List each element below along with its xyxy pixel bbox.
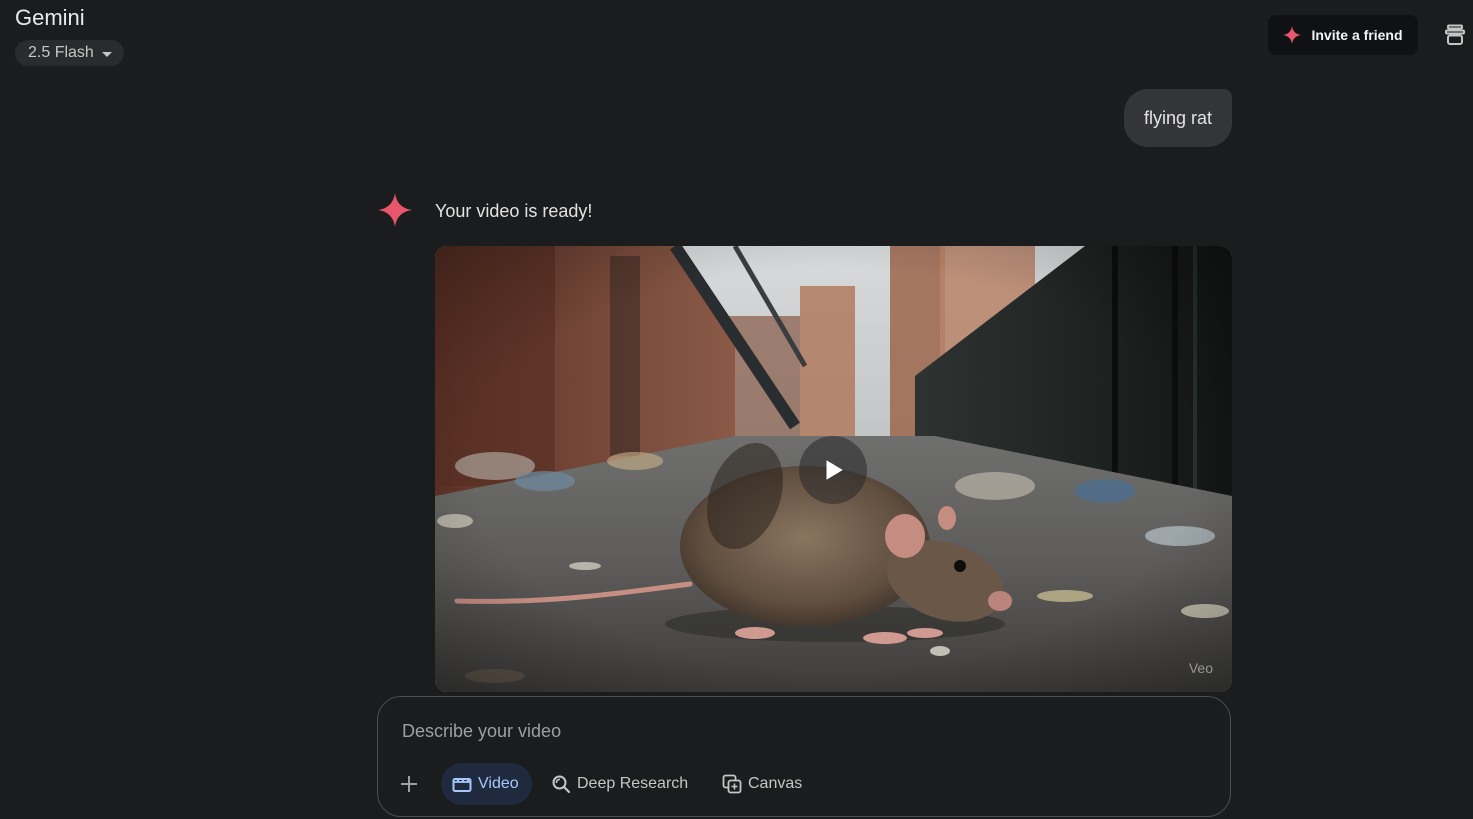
video-tool-label: Video	[478, 775, 519, 792]
play-button[interactable]	[799, 436, 867, 504]
deep-research-button[interactable]: Deep Research	[551, 763, 688, 805]
gemini-spark-icon	[378, 193, 412, 227]
user-message-text: flying rat	[1143, 107, 1213, 128]
model-label: 2.5 Flash	[28, 44, 94, 61]
prompt-input[interactable]	[400, 717, 1184, 745]
app-title: Gemini	[15, 5, 85, 30]
video-player[interactable]: Veo	[435, 246, 1232, 692]
model-selector[interactable]: 2.5 Flash	[15, 40, 124, 66]
plus-icon	[401, 776, 417, 792]
prompt-composer: Video Deep Research Canvas	[377, 696, 1231, 817]
gemini-app: Gemini 2.5 Flash Invite a friend flying …	[0, 0, 1473, 819]
video-tool-chip[interactable]: Video	[441, 763, 532, 805]
temporary-chat-icon	[1445, 24, 1465, 45]
user-message-bubble: flying rat	[1124, 89, 1232, 147]
canvas-button[interactable]: Canvas	[722, 763, 802, 805]
canvas-label: Canvas	[748, 775, 803, 792]
temporary-chat-button[interactable]	[1441, 20, 1469, 50]
invite-friend-label: Invite a friend	[1311, 27, 1403, 43]
response-text: Your video is ready!	[435, 201, 593, 221]
spark-icon	[1283, 26, 1302, 44]
video-clapper-icon	[452, 778, 472, 792]
add-files-button[interactable]	[396, 763, 422, 805]
canvas-icon	[722, 774, 742, 794]
caret-down-icon	[101, 51, 112, 57]
play-icon	[826, 460, 843, 480]
deep-research-icon	[552, 775, 571, 794]
deep-research-label: Deep Research	[577, 775, 689, 792]
veo-watermark: Veo	[1188, 660, 1213, 676]
invite-friend-button[interactable]: Invite a friend	[1268, 15, 1418, 55]
